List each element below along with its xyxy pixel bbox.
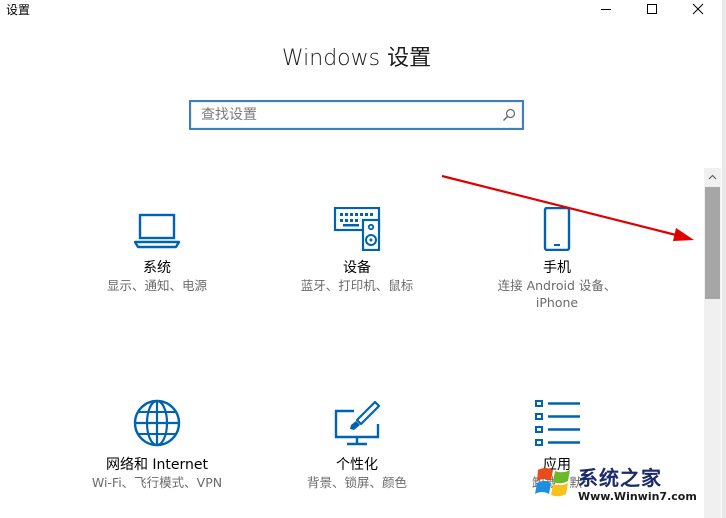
tile-phone-desc: 连接 Android 设备、 (497, 278, 617, 293)
watermark-url: Www.Winwin7.com (578, 490, 697, 503)
watermark-text: 系统之家 (578, 466, 662, 490)
minimize-button[interactable] (583, 0, 629, 18)
tile-devices-desc: 蓝牙、打印机、鼠标 (300, 278, 414, 293)
search-icon[interactable] (502, 108, 516, 122)
keyboard-speaker-icon (333, 207, 381, 251)
paintbrush-icon (334, 400, 381, 446)
page-title: Windows 设置 (281, 46, 432, 71)
close-button[interactable] (675, 0, 721, 18)
phone-icon (543, 207, 571, 251)
tile-network-name: 网络和 Internet (105, 457, 209, 473)
tile-personalization-desc: 背景、锁屏、颜色 (306, 475, 407, 490)
tile-system-desc: 显示、通知、电源 (106, 278, 207, 293)
windows-logo-icon (535, 468, 570, 497)
tile-personalization-name: 个性化 (336, 457, 378, 473)
globe-icon (133, 399, 181, 447)
scroll-thumb[interactable] (705, 187, 720, 299)
tile-system[interactable]: 系统 显示、通知、电源 (67, 207, 247, 294)
tile-devices-name: 设备 (343, 260, 371, 276)
chevron-up-icon (708, 174, 717, 179)
tile-system-name: 系统 (143, 260, 171, 276)
laptop-icon (133, 213, 181, 249)
minimize-icon (601, 9, 611, 10)
maximize-icon (647, 4, 657, 14)
title-bar: 设置 (0, 0, 726, 18)
maximize-button[interactable] (629, 0, 675, 18)
app-title: 设置 (6, 3, 31, 17)
tile-personalization[interactable]: 个性化 背景、锁屏、颜色 (267, 398, 447, 491)
window-edge (722, 0, 726, 518)
tile-network[interactable]: 网络和 Internet Wi-Fi、飞行模式、VPN (67, 398, 247, 491)
tile-phone-name: 手机 (543, 260, 571, 276)
tile-phone[interactable]: 手机 连接 Android 设备、 iPhone (467, 207, 647, 311)
search-box[interactable] (189, 100, 524, 130)
tile-network-desc: Wi-Fi、飞行模式、VPN (91, 475, 223, 490)
watermark: 系统之家 Www.Winwin7.com (534, 458, 724, 514)
tile-devices[interactable]: 设备 蓝牙、打印机、鼠标 (267, 207, 447, 294)
close-icon (692, 3, 704, 15)
apps-list-icon (535, 400, 580, 446)
tile-phone-desc-line2: iPhone (535, 295, 579, 310)
scroll-up-button[interactable] (704, 168, 721, 185)
search-input[interactable] (201, 106, 501, 124)
